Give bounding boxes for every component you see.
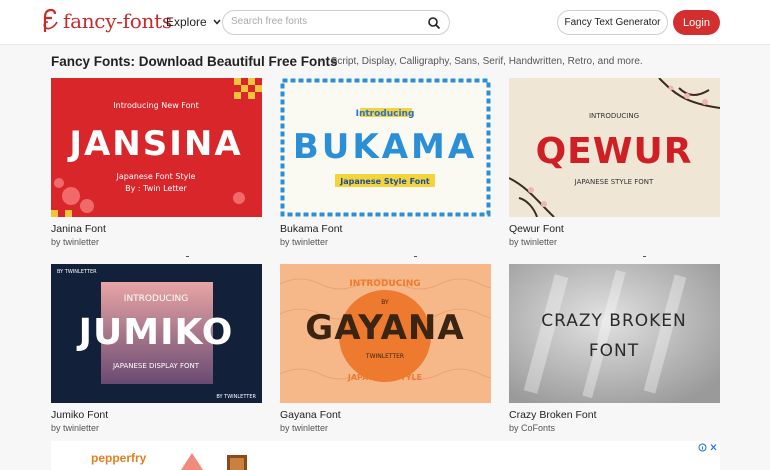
preview-title-text: BUKAMA	[293, 127, 477, 167]
font-preview-gayana[interactable]: INTRODUCING BY GAYANA TWINLETTER JAPANES…	[280, 264, 491, 403]
ad-controls[interactable]	[698, 443, 718, 454]
preview-line1-text: Japanese Style Font	[339, 177, 430, 186]
separator-mark	[186, 256, 189, 257]
font-card-bukama[interactable]: Introducing BUKAMA Japanese Style Font B…	[280, 78, 491, 247]
preview-title-text: JUMIKO	[76, 312, 234, 353]
font-author[interactable]: by twinletter	[509, 237, 720, 247]
preview-intro-text: INTRODUCING	[589, 112, 639, 120]
font-preview-crazy-broken[interactable]: CRAZY BROKEN FONT	[509, 264, 720, 403]
subtitle-separator: -	[319, 56, 323, 67]
separator-mark	[643, 256, 646, 257]
font-name[interactable]: Qewur Font	[509, 223, 720, 235]
search-box	[222, 10, 450, 35]
font-card-janina[interactable]: Introducing New Font JANSINA Japanese Fo…	[51, 78, 262, 247]
preview-line1-text: JAPANESE STYLE FONT	[574, 178, 654, 186]
font-author[interactable]: by twinletter	[51, 237, 262, 247]
preview-tag-text: BY TWINLETTER	[57, 269, 97, 275]
font-author[interactable]: by CoFonts	[509, 423, 720, 433]
font-card-crazy-broken[interactable]: CRAZY BROKEN FONT Crazy Broken Font by C…	[509, 264, 720, 433]
font-author[interactable]: by twinletter	[51, 423, 262, 433]
explore-menu[interactable]: Explore	[166, 15, 221, 29]
page-title: Fancy Fonts: Download Beautiful Free Fon…	[51, 54, 338, 69]
preview-line1-text: FONT	[589, 341, 639, 361]
font-preview-jumiko[interactable]: BY TWINLETTER INTRODUCING JUMIKO JAPANES…	[51, 264, 262, 403]
font-name[interactable]: Bukama Font	[280, 223, 491, 235]
preview-intro-text: Introducing New Font	[113, 101, 198, 110]
font-preview-bukama[interactable]: Introducing BUKAMA Japanese Style Font	[280, 78, 491, 217]
font-card-jumiko[interactable]: BY TWINLETTER INTRODUCING JUMIKO JAPANES…	[51, 264, 262, 433]
preview-maker-text: TWINLETTER	[365, 353, 404, 360]
preview-intro-text: INTRODUCING	[124, 294, 188, 304]
preview-intro-text: INTRODUCING	[349, 279, 420, 289]
font-name[interactable]: Gayana Font	[280, 409, 491, 421]
search-icon[interactable]	[427, 16, 441, 30]
top-header: fancy-fonts Explore Fancy Text Generator…	[0, 0, 770, 45]
font-author[interactable]: by twinletter	[280, 237, 491, 247]
preview-tag2-text: BY TWINLETTER	[216, 394, 256, 400]
ad-text: pepperfry	[91, 451, 147, 465]
login-button[interactable]: Login	[673, 10, 720, 35]
preview-title-text: JANSINA	[67, 124, 242, 164]
page-subtitle: - Script, Display, Calligraphy, Sans, Se…	[319, 56, 643, 67]
subtitle-text: Script, Display, Calligraphy, Sans, Seri…	[330, 56, 643, 67]
search-input[interactable]	[231, 16, 427, 27]
ad-banner[interactable]: pepperfry	[51, 441, 720, 470]
font-preview-qewur[interactable]: INTRODUCING QEWUR JAPANESE STYLE FONT	[509, 78, 720, 217]
preview-title-text: GAYANA	[305, 308, 464, 348]
font-name[interactable]: Janina Font	[51, 223, 262, 235]
font-name[interactable]: Crazy Broken Font	[509, 409, 720, 421]
preview-line2-text: By : Twin Letter	[125, 184, 187, 193]
logo-icon	[43, 8, 58, 32]
preview-title-text: CRAZY BROKEN	[541, 311, 687, 331]
preview-line1-text: JAPANESE STYLE	[347, 373, 422, 382]
explore-label: Explore	[166, 15, 207, 29]
preview-title-text: QEWUR	[536, 131, 693, 172]
font-name[interactable]: Jumiko Font	[51, 409, 262, 421]
preview-line1-text: Japanese Font Style	[116, 172, 196, 181]
ad-close-icon	[710, 444, 717, 451]
preview-by-text: BY	[381, 299, 389, 306]
separator-mark	[414, 256, 417, 257]
preview-intro-text: Introducing	[356, 109, 415, 119]
chevron-down-icon	[213, 17, 221, 27]
font-card-qewur[interactable]: INTRODUCING QEWUR JAPANESE STYLE FONT Qe…	[509, 78, 720, 247]
site-logo[interactable]: fancy-fonts	[42, 8, 172, 34]
preview-line1-text: JAPANESE DISPLAY FONT	[112, 362, 200, 370]
font-author[interactable]: by twinletter	[280, 423, 491, 433]
logo-text: fancy-fonts	[63, 9, 172, 33]
fancy-text-generator-button[interactable]: Fancy Text Generator	[557, 10, 668, 35]
font-preview-janina[interactable]: Introducing New Font JANSINA Japanese Fo…	[51, 78, 262, 217]
ad-image	[181, 453, 203, 470]
ad-image	[227, 455, 247, 470]
font-card-gayana[interactable]: INTRODUCING BY GAYANA TWINLETTER JAPANES…	[280, 264, 491, 433]
